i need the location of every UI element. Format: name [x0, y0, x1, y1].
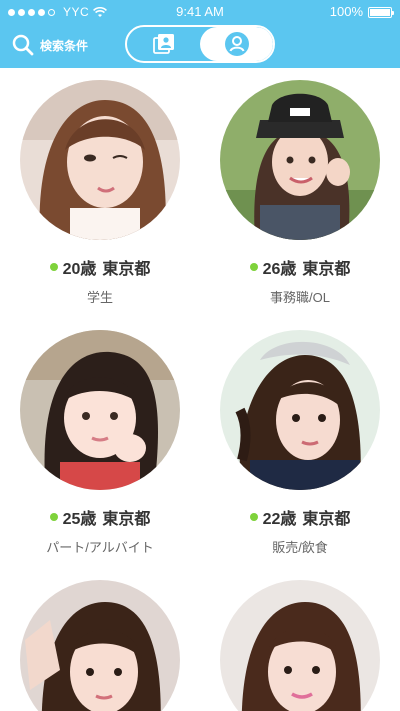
user-avatar[interactable] — [220, 580, 380, 711]
tab-person[interactable] — [200, 27, 273, 61]
online-status-dot — [249, 513, 258, 521]
user-card[interactable]: 25歳 東京都 パート/アルバイト — [0, 318, 200, 568]
user-age: 25歳 — [62, 511, 97, 528]
battery-icon — [368, 6, 394, 18]
user-occupation: 事務職/OL — [270, 290, 330, 305]
status-bar: YYC 9:41 AM 100% — [0, 0, 400, 24]
user-occupation: パート/アルバイト — [46, 540, 154, 555]
user-card[interactable]: 20歳 東京都 学生 — [0, 68, 200, 318]
online-status-dot — [249, 263, 258, 271]
user-card[interactable] — [200, 568, 400, 711]
tab-card-list[interactable] — [127, 27, 200, 61]
online-status-dot — [49, 513, 58, 521]
user-age: 20歳 — [62, 261, 97, 278]
user-card[interactable] — [0, 568, 200, 711]
search-conditions-label: 検索条件 — [40, 38, 89, 53]
user-location: 東京都 — [102, 511, 151, 528]
search-icon — [12, 34, 34, 56]
user-age: 26歳 — [262, 261, 297, 278]
user-occupation: 学生 — [86, 290, 113, 305]
user-occupation: 販売/飲食 — [272, 540, 328, 555]
user-card[interactable]: 22歳 東京都 販売/飲食 — [200, 318, 400, 568]
view-toggle — [125, 25, 275, 63]
user-avatar[interactable] — [20, 330, 180, 490]
person-icon — [224, 32, 249, 56]
user-location: 東京都 — [102, 261, 151, 278]
user-age: 22歳 — [262, 511, 297, 528]
search-conditions-button[interactable]: 検索条件 — [12, 32, 88, 58]
online-status-dot — [49, 263, 58, 271]
user-card[interactable]: 26歳 東京都 事務職/OL — [200, 68, 400, 318]
app-header: YYC 9:41 AM 100% 検索条件 — [0, 0, 400, 68]
card-list-icon — [152, 34, 174, 54]
battery-percent: 100% — [329, 4, 363, 19]
user-avatar[interactable] — [220, 330, 380, 490]
user-location: 東京都 — [302, 261, 351, 278]
user-location: 東京都 — [302, 511, 351, 528]
user-avatar[interactable] — [220, 80, 380, 240]
user-avatar[interactable] — [20, 80, 180, 240]
user-avatar[interactable] — [20, 580, 180, 711]
user-grid: 20歳 東京都 学生 26歳 東京都 事務職/OL 25歳 東京都 パート/アル… — [0, 68, 400, 711]
